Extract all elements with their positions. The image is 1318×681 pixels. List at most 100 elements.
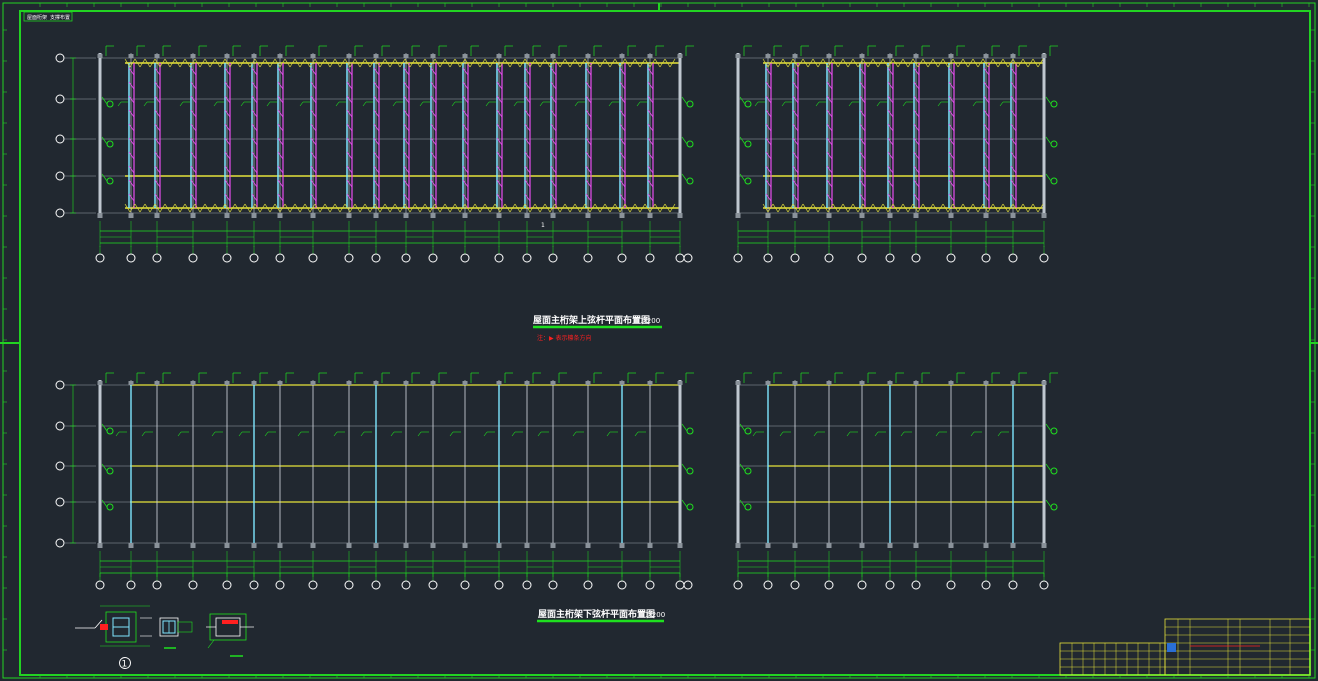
column-cap — [251, 543, 257, 548]
column-cap — [430, 54, 436, 58]
section-bubble — [106, 100, 114, 108]
column-grid-bubble — [460, 580, 470, 590]
upper-chord-plan[interactable] — [55, 45, 1058, 263]
column-cap — [1041, 381, 1047, 385]
column-grid-bubble — [763, 580, 773, 590]
column-cap — [97, 543, 103, 548]
column-cap — [310, 543, 316, 548]
column-cap — [496, 54, 502, 58]
section-bubble — [744, 427, 752, 435]
lower-plan-scale: 1:200 — [645, 611, 665, 619]
column-cap — [585, 54, 591, 58]
column-grid-bubble — [428, 580, 438, 590]
column-cap — [585, 381, 591, 385]
column-cap — [619, 381, 625, 385]
column-cap — [277, 381, 283, 385]
column-grid-bubble — [188, 253, 198, 263]
column-cap — [859, 54, 865, 58]
column-grid-bubble — [675, 253, 685, 263]
section-bubble — [744, 140, 752, 148]
column-grid-bubble — [344, 580, 354, 590]
column-cap — [403, 213, 409, 218]
column-grid-bubble — [1039, 580, 1049, 590]
column-grid-bubble — [1008, 253, 1018, 263]
company-logo — [1167, 643, 1176, 652]
connection-detail-2 — [159, 617, 193, 649]
column-cap — [887, 543, 893, 548]
column-cap — [190, 213, 196, 218]
column-grid-bubble — [522, 580, 532, 590]
column-cap — [346, 381, 352, 385]
column-cap — [735, 213, 741, 218]
column-cap — [913, 54, 919, 58]
column-cap — [677, 54, 683, 58]
column-cap — [462, 54, 468, 58]
column-grid-bubble — [371, 580, 381, 590]
column-cap — [373, 213, 379, 218]
column-cap — [619, 543, 625, 548]
column-cap — [224, 381, 230, 385]
column-grid-bubble — [946, 253, 956, 263]
column-cap — [765, 381, 771, 385]
column-cap — [251, 54, 257, 58]
column-cap — [550, 543, 556, 548]
column-grid-bubble — [683, 253, 693, 263]
row-grid-bubble — [55, 171, 65, 181]
column-grid-bubble — [981, 580, 991, 590]
column-cap — [983, 543, 989, 548]
column-cap — [496, 213, 502, 218]
header-tag-2: 支撑布置 — [50, 14, 70, 21]
column-cap — [462, 543, 468, 548]
column-cap — [677, 381, 683, 385]
column-grid-bubble — [308, 253, 318, 263]
connection-details[interactable]: 1 — [75, 605, 254, 670]
detail-marker: 1 — [122, 660, 128, 670]
section-bubble — [744, 503, 752, 511]
column-cap — [128, 381, 134, 385]
column-grid-bubble — [617, 253, 627, 263]
column-grid-bubble — [824, 253, 834, 263]
column-cap — [983, 213, 989, 218]
column-grid-bubble — [494, 253, 504, 263]
column-grid-bubble — [548, 253, 558, 263]
column-grid-bubble — [885, 253, 895, 263]
column-cap — [735, 54, 741, 58]
column-cap — [251, 213, 257, 218]
column-cap — [128, 54, 134, 58]
row-grid-bubble — [55, 421, 65, 431]
lower-chord-plan[interactable] — [55, 372, 1058, 590]
section-bubble — [106, 177, 114, 185]
column-cap — [373, 381, 379, 385]
column-grid-bubble — [494, 580, 504, 590]
column-grid-bubble — [857, 580, 867, 590]
column-cap — [97, 213, 103, 218]
column-cap — [430, 213, 436, 218]
section-bubble — [106, 467, 114, 475]
column-grid-bubble — [249, 580, 259, 590]
section-bubble — [686, 100, 694, 108]
column-cap — [403, 381, 409, 385]
section-bubble — [1050, 467, 1058, 475]
upper-plan-scale: 1:200 — [640, 317, 660, 325]
column-cap — [310, 213, 316, 218]
frame-tick-marks — [3, 3, 1315, 678]
column-cap — [97, 381, 103, 385]
cad-drawing-canvas[interactable]: 屋面桁架 支撑布置 屋面主桁架上弦杆平面布置图 1:200 注：▶ 表示檩条方向… — [0, 0, 1318, 681]
column-grid-bubble — [152, 253, 162, 263]
column-cap — [1010, 381, 1016, 385]
section-bubble — [686, 140, 694, 148]
column-cap — [430, 381, 436, 385]
column-cap — [647, 213, 653, 218]
section-bubble — [686, 427, 694, 435]
upper-plan-center-mark: 1 — [541, 222, 545, 229]
column-cap — [277, 213, 283, 218]
header-tag-1: 屋面桁架 — [27, 14, 47, 21]
column-cap — [128, 213, 134, 218]
column-cap — [1010, 213, 1016, 218]
column-cap — [859, 543, 865, 548]
column-cap — [403, 543, 409, 548]
section-bubble — [686, 467, 694, 475]
row-grid-bubble — [55, 208, 65, 218]
column-grid-bubble — [308, 580, 318, 590]
column-cap — [154, 54, 160, 58]
